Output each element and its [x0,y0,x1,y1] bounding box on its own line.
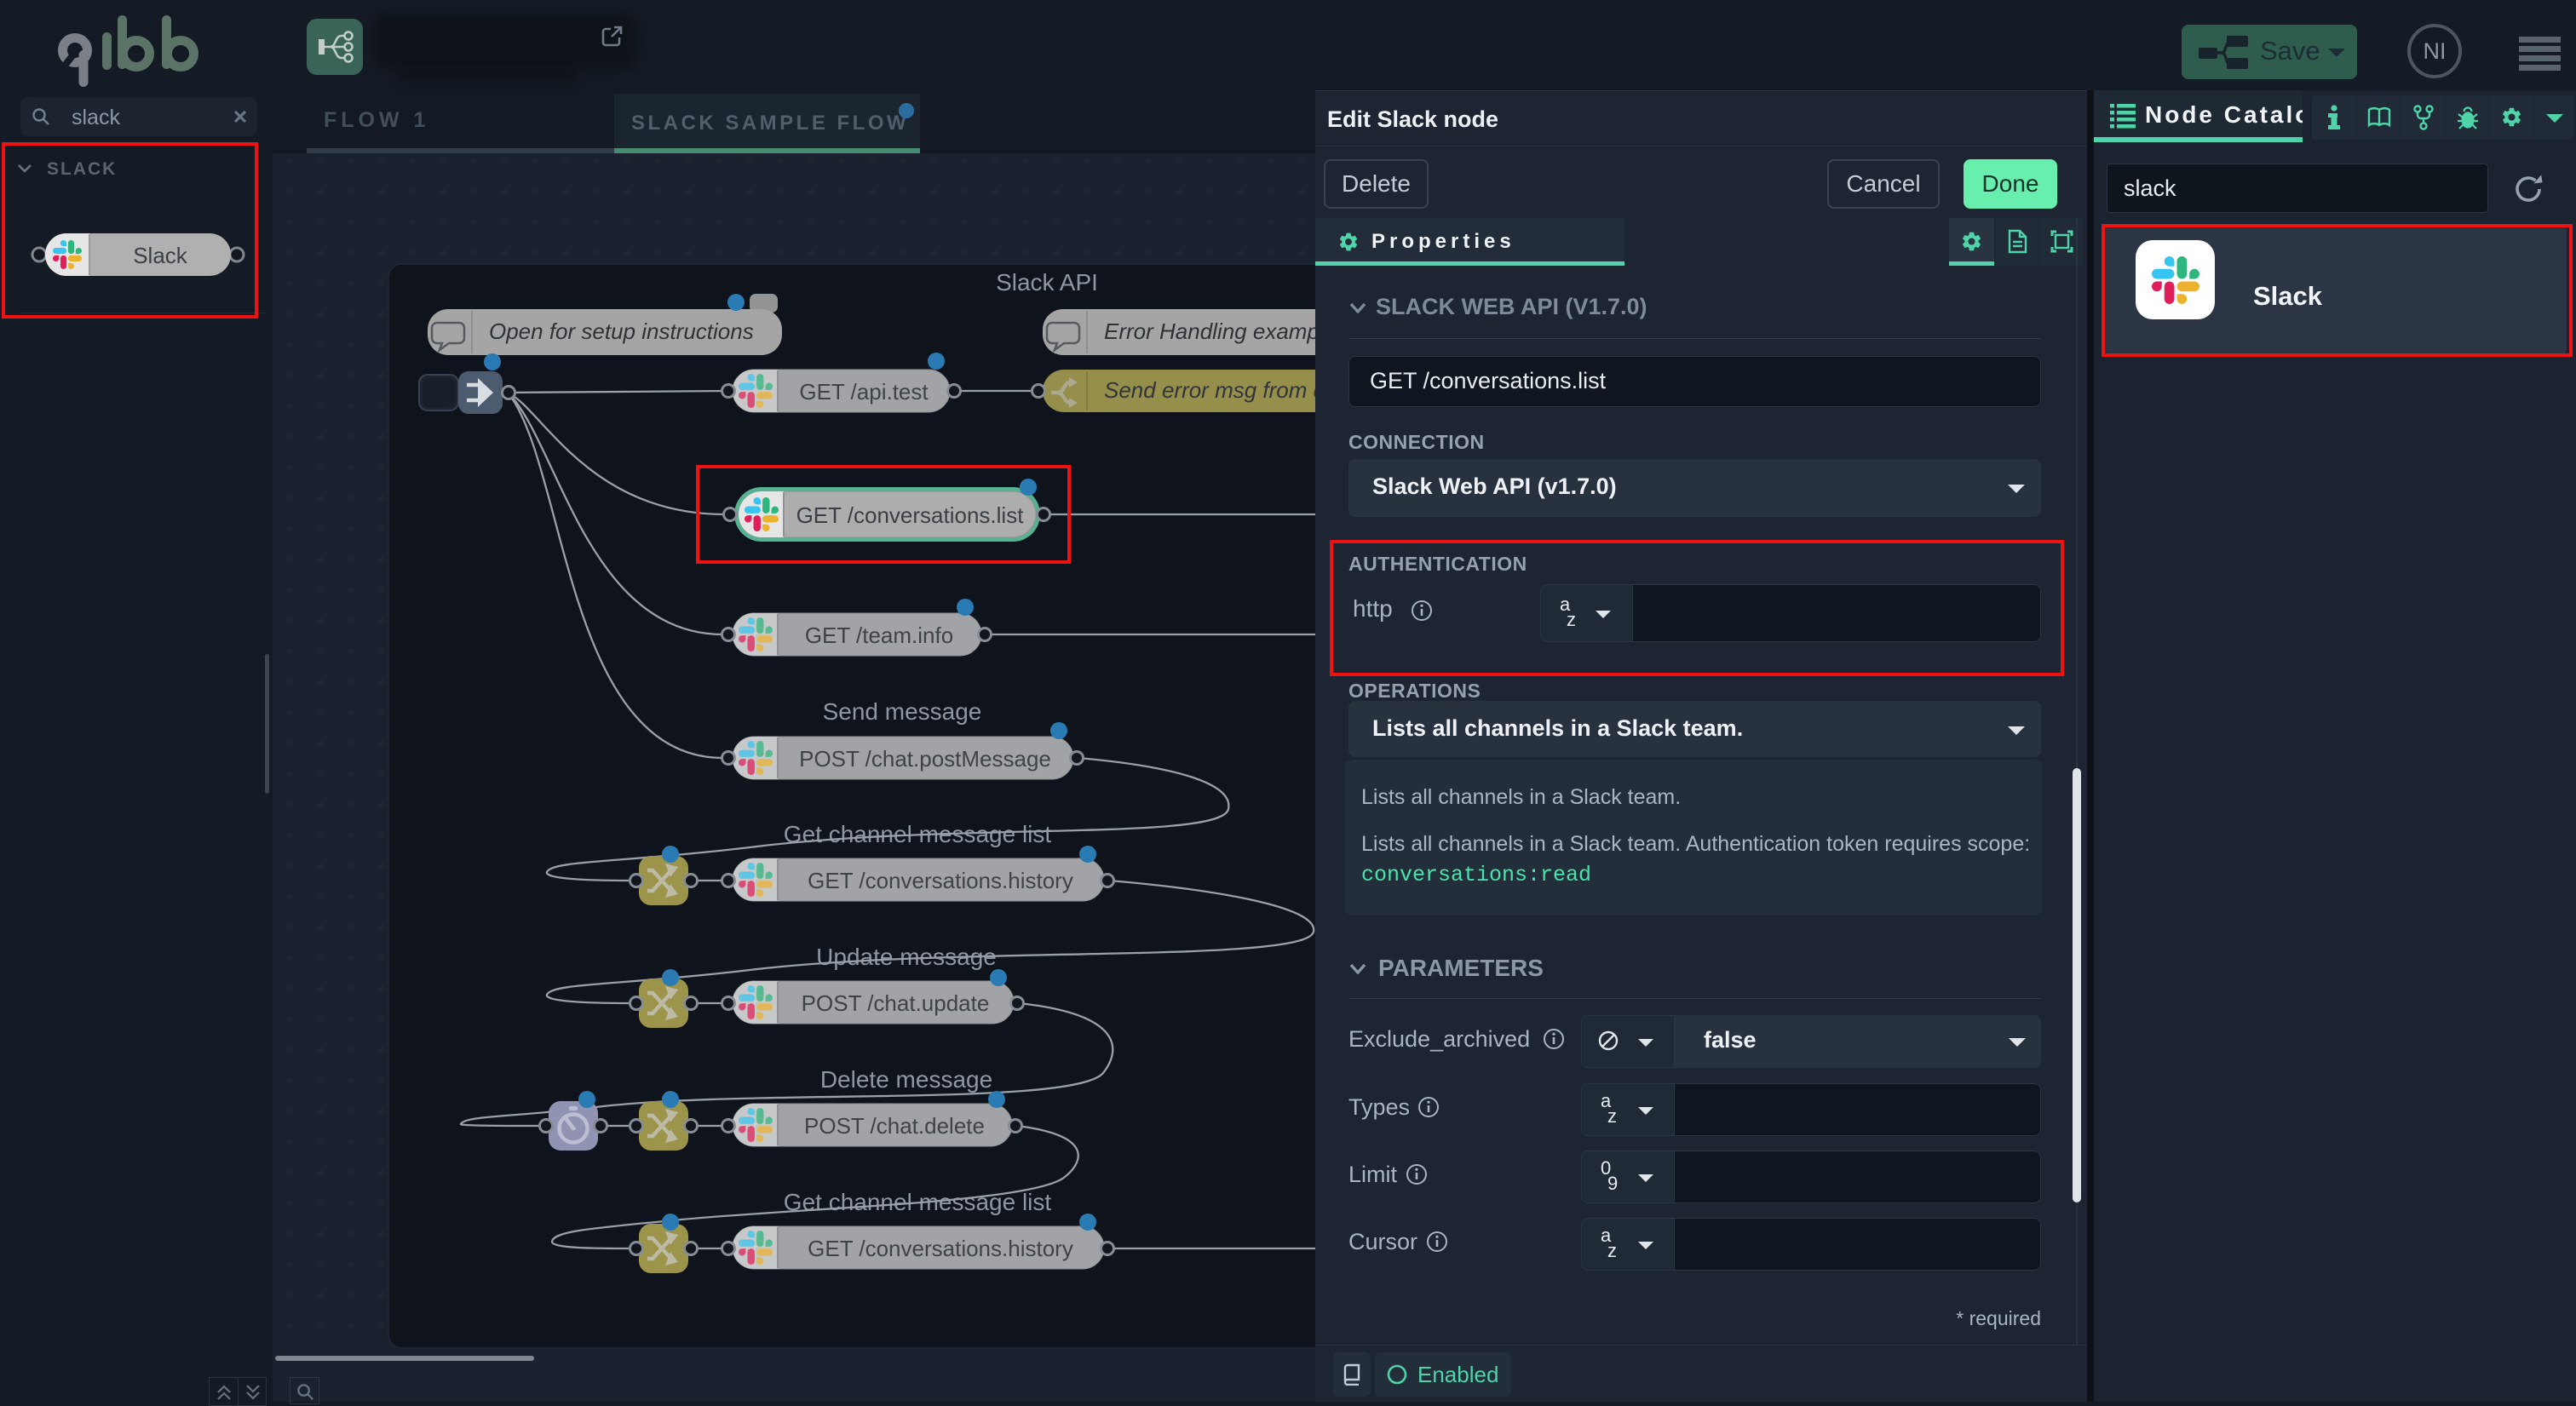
svg-text:Delete message: Delete message [820,1066,992,1093]
svg-text:Open for setup instructions: Open for setup instructions [489,319,754,344]
svg-text:POST /chat.postMessage: POST /chat.postMessage [799,746,1051,772]
svg-text:POST /chat.delete: POST /chat.delete [804,1113,985,1139]
svg-text:GET /team.info: GET /team.info [805,623,953,648]
svg-text:Send error msg from differ: Send error msg from differ [1104,377,1315,403]
svg-text:Slack API: Slack API [996,269,1098,296]
svg-text:GET /api.test: GET /api.test [799,379,929,405]
svg-text:Error Handling examples: Error Handling examples [1104,319,1315,344]
svg-text:POST /chat.update: POST /chat.update [802,990,990,1016]
svg-text:GET /conversations.history: GET /conversations.history [808,1236,1073,1261]
svg-text:Send message: Send message [823,698,982,725]
svg-text:GET /conversations.history: GET /conversations.history [808,868,1073,893]
